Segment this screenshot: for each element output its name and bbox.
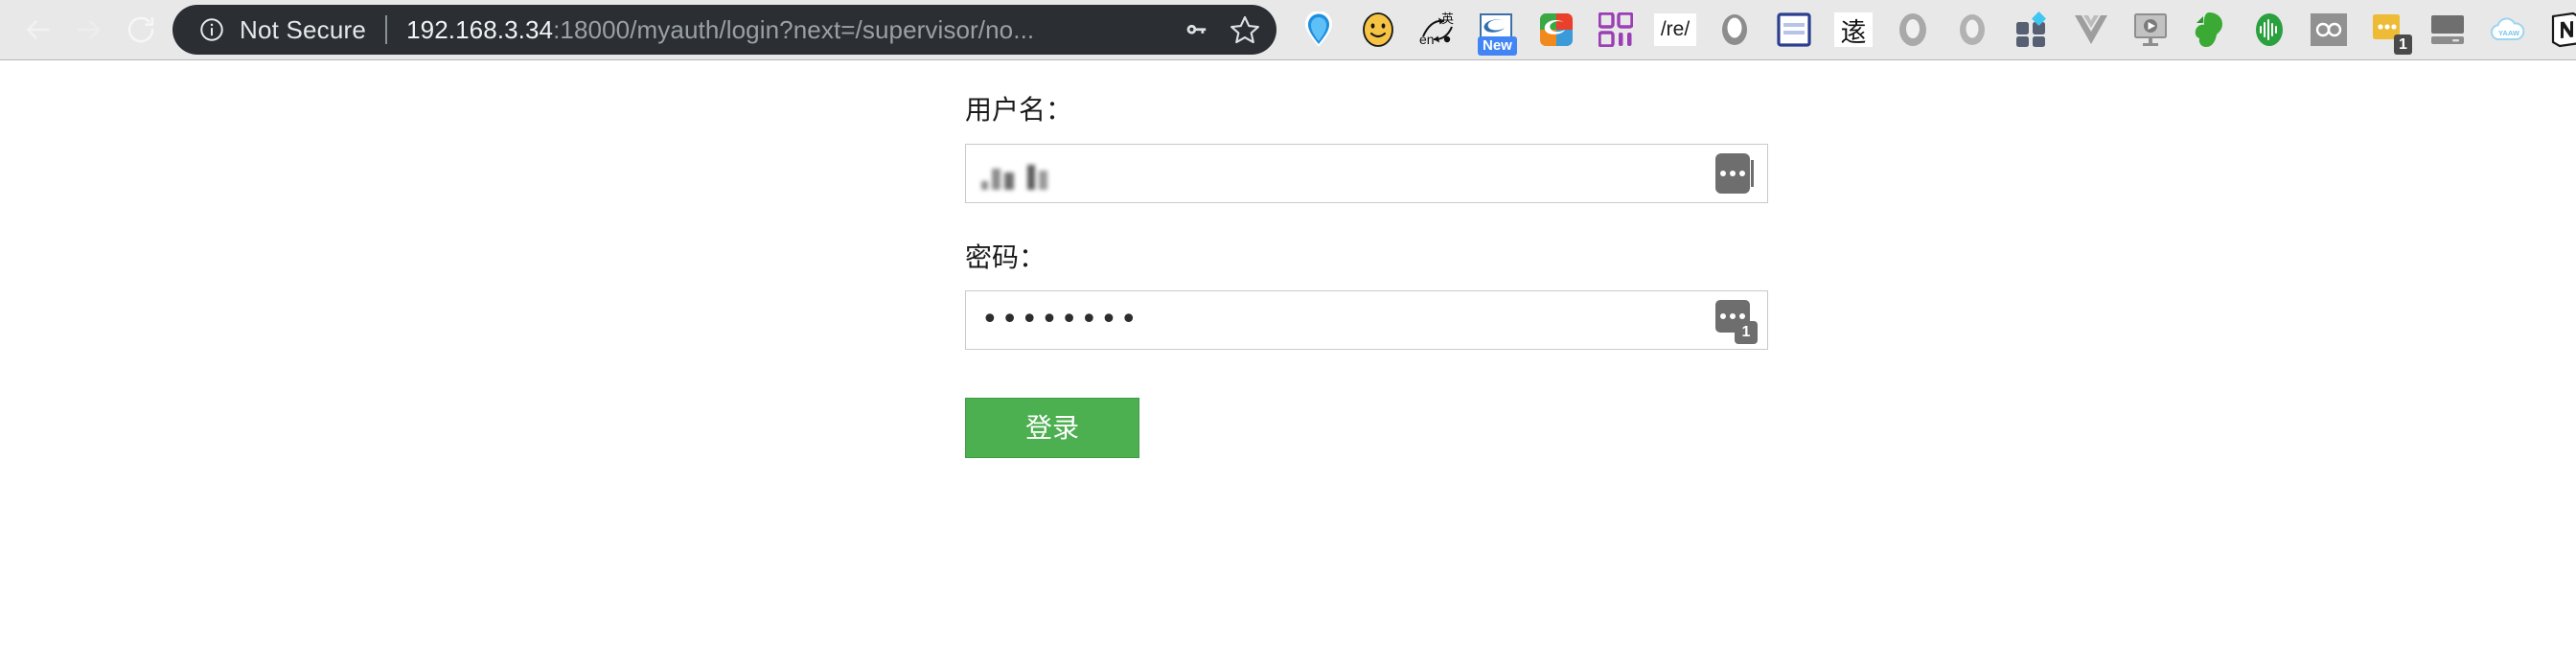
extension-lastpass[interactable]: 1 bbox=[2367, 9, 2412, 55]
svg-text:en: en bbox=[1419, 32, 1435, 47]
lastpass-count-badge: 1 bbox=[2394, 34, 2412, 55]
cjk-glyph-icon: 逺 bbox=[1834, 12, 1873, 48]
password-input[interactable]: •••••••• 1 bbox=[965, 290, 1768, 351]
extension-smiley[interactable] bbox=[1357, 9, 1399, 51]
forward-arrow-icon bbox=[73, 13, 105, 46]
extension-translate[interactable]: en 英 bbox=[1416, 9, 1459, 51]
extension-yaaw-downloader[interactable]: YAAW bbox=[2486, 9, 2528, 51]
url-text: 192.168.3.34:18000/myauth/login?next=/su… bbox=[406, 15, 1171, 45]
lastpass-fill-icon-password[interactable]: 1 bbox=[1715, 300, 1758, 345]
extension-infinity[interactable] bbox=[2308, 9, 2350, 51]
extension-gray-ring-1[interactable] bbox=[1892, 9, 1934, 51]
reload-button[interactable] bbox=[115, 4, 167, 56]
back-arrow-icon bbox=[21, 13, 54, 46]
extension-screencast[interactable] bbox=[2129, 9, 2172, 51]
extension-grid-launcher[interactable] bbox=[1595, 9, 1637, 51]
back-button[interactable] bbox=[12, 4, 63, 56]
lastpass-count-badge: 1 bbox=[1735, 321, 1758, 345]
extension-regex-tool[interactable]: /re/ bbox=[1654, 9, 1696, 51]
blue-teardrop-icon bbox=[1302, 12, 1335, 48]
extension-evernote-clipper[interactable] bbox=[2189, 9, 2231, 51]
navigation-buttons bbox=[0, 4, 167, 56]
security-status-text: Not Secure bbox=[240, 14, 367, 44]
infinity-icon bbox=[2311, 13, 2347, 46]
password-label: 密码： bbox=[965, 241, 1046, 273]
evernote-elephant-icon bbox=[2194, 11, 2226, 49]
login-form: 用户名： 密码： •••••••• 1 登录 bbox=[965, 94, 1770, 459]
grid-diamond-icon bbox=[2013, 12, 2050, 48]
notion-logo-icon bbox=[2550, 12, 2576, 48]
key-icon[interactable] bbox=[1175, 8, 1219, 52]
extensions-toolbar: en 英 New /re/ 逺 1 YAAW bbox=[1276, 0, 2576, 60]
page-content: 用户名： 密码： •••••••• 1 登录 bbox=[0, 60, 2576, 666]
extension-reader-view[interactable] bbox=[1773, 9, 1815, 51]
smiley-face-icon bbox=[1360, 12, 1396, 48]
forward-button[interactable] bbox=[63, 4, 115, 56]
lastpass-caret bbox=[1751, 159, 1754, 187]
monitor-icon bbox=[2429, 13, 2466, 46]
regex-icon: /re/ bbox=[1654, 13, 1696, 46]
blue-document-icon bbox=[1777, 12, 1811, 47]
reload-icon bbox=[125, 13, 157, 46]
info-circle-icon[interactable] bbox=[197, 15, 226, 44]
extension-audio-recorder[interactable] bbox=[2248, 9, 2290, 51]
cloud-icon: YAAW bbox=[2487, 14, 2527, 45]
new-badge: New bbox=[1478, 36, 1517, 56]
address-bar[interactable]: Not Secure 192.168.3.34:18000/myauth/log… bbox=[172, 5, 1276, 55]
svg-text:YAAW: YAAW bbox=[2498, 29, 2520, 37]
extension-gray-ring-2[interactable] bbox=[1951, 9, 1993, 51]
extension-notion-clipper[interactable] bbox=[2545, 9, 2576, 51]
gray-ring-icon bbox=[1955, 11, 1990, 49]
username-value-redacted bbox=[966, 157, 1047, 190]
lastpass-dots-box bbox=[1715, 152, 1750, 194]
star-icon[interactable] bbox=[1223, 8, 1267, 52]
browser-toolbar: Not Secure 192.168.3.34:18000/myauth/log… bbox=[0, 0, 2576, 60]
green-waveform-icon bbox=[2252, 11, 2287, 49]
extension-youdao-dictionary[interactable] bbox=[1298, 9, 1340, 51]
username-input[interactable] bbox=[965, 143, 1768, 203]
translate-arrows-icon: en 英 bbox=[1417, 12, 1458, 48]
username-label: 用户名： bbox=[965, 94, 1073, 126]
url-path: :18000/myauth/login?next=/supervisor/no.… bbox=[553, 14, 1035, 44]
extension-vue-devtools[interactable] bbox=[2070, 9, 2112, 51]
extension-chinese-calligraphy[interactable]: 逺 bbox=[1832, 9, 1874, 51]
extension-remote-desktop[interactable] bbox=[2426, 9, 2469, 51]
extension-sogou-input[interactable]: New bbox=[1476, 9, 1518, 56]
sogou-colored-s-icon bbox=[1538, 12, 1575, 48]
gray-ring-icon bbox=[1896, 11, 1930, 49]
purple-grid-icon bbox=[1598, 12, 1633, 47]
extension-app-grid[interactable] bbox=[2011, 9, 2053, 51]
vue-logo-icon bbox=[2073, 13, 2109, 46]
url-host: 192.168.3.34 bbox=[406, 14, 554, 44]
omnibox-divider bbox=[385, 15, 388, 44]
lastpass-fill-icon[interactable] bbox=[1715, 152, 1754, 194]
extension-sogou-pinyin[interactable] bbox=[1535, 9, 1577, 51]
svg-text:英: 英 bbox=[1441, 12, 1454, 27]
monitor-play-icon bbox=[2132, 12, 2169, 48]
password-value: •••••••• bbox=[981, 303, 1140, 337]
gray-oval-icon bbox=[1718, 12, 1751, 48]
login-button[interactable]: 登录 bbox=[965, 398, 1139, 459]
extension-gray-oval[interactable] bbox=[1714, 9, 1756, 51]
